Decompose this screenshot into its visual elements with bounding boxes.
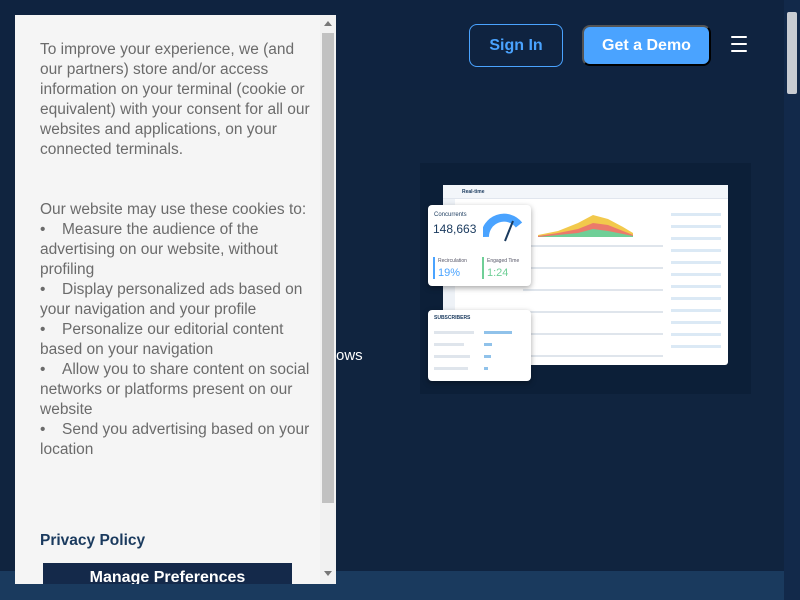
side-bar-line [671,285,721,288]
engaged-time-label: Engaged Time [487,258,520,264]
area-chart-graphic [538,215,633,237]
recirculation-marker [433,257,435,279]
cookie-consent-text: To improve your experience, we (and our … [40,40,310,460]
table-row [523,333,663,335]
cookie-purpose-list: • Measure the audience of the advertising… [40,220,310,460]
subscriber-row-label [434,331,474,334]
side-bar-line [671,237,721,240]
side-bar-line [671,273,721,276]
side-bar-line [671,345,721,348]
page-scrollbar-thumb[interactable] [787,12,797,94]
subscribers-label: SUBSCRIBERS [434,315,471,321]
side-bar-line [671,213,721,216]
table-row [523,355,663,357]
get-a-demo-button[interactable]: Get a Demo [582,25,711,66]
subscriber-row-label [434,355,470,358]
page-scrollbar[interactable] [784,0,800,600]
subscriber-row-label [434,367,468,370]
side-bar-line [671,261,721,264]
cookie-list-intro: Our website may use these cookies to: [40,201,307,218]
dashboard-panel-header [443,185,728,199]
subscriber-row-bar [484,367,488,370]
cookie-consent-modal: To improve your experience, we (and our … [15,15,336,584]
list-item: • Personalize our editorial content based… [40,321,284,358]
side-bar-line [671,333,721,336]
concurrents-value: 148,663 [433,222,477,236]
recirculation-value: 19% [438,267,461,279]
side-bar-line [671,225,721,228]
cookie-intro-text: To improve your experience, we (and our … [40,41,310,158]
side-bar-line [671,297,721,300]
recirculation-label: Recirculation [438,258,467,264]
scroll-down-arrow-icon[interactable] [324,571,332,576]
engaged-time-value: 1:24 [487,267,509,279]
subscriber-row-bar [484,355,491,358]
table-row [523,245,663,247]
list-item: • Measure the audience of the advertising… [40,221,278,278]
manage-preferences-button[interactable]: Manage Preferences [43,563,292,584]
table-row [523,311,663,313]
subscriber-row-label [434,343,464,346]
scroll-up-arrow-icon[interactable] [324,21,332,26]
dashboard-panel-title: Real-time [462,189,485,195]
side-bar-line [671,321,721,324]
subscriber-row-bar [484,343,492,346]
side-bar-line [671,309,721,312]
hero-partial-text: ows [336,347,363,364]
table-row [523,267,663,269]
concurrents-label: Concurrents [434,212,467,218]
concurrents-card: Concurrents 148,663 Recirculation 19% En… [428,205,531,286]
modal-scrollbar-thumb[interactable] [322,33,334,503]
list-item: • Send you advertising based on your loca… [40,421,310,458]
privacy-policy-link[interactable]: Privacy Policy [40,532,145,550]
engaged-marker [482,257,484,279]
list-item: • Display personalized ads based on your … [40,281,303,318]
hamburger-menu-icon[interactable] [731,36,747,52]
subscriber-row-bar [484,331,512,334]
subscribers-card: SUBSCRIBERS [428,310,531,381]
sign-in-button[interactable]: Sign In [469,24,563,67]
table-row [523,289,663,291]
side-bar-line [671,249,721,252]
modal-scrollbar[interactable] [320,15,336,584]
list-item: • Allow you to share content on social ne… [40,361,310,418]
gauge-icon [483,213,523,242]
